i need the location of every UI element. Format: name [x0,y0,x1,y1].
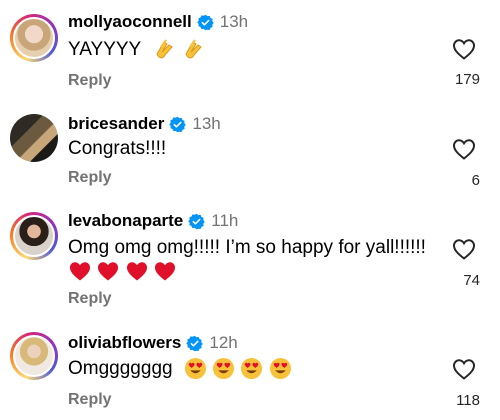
like-count: 179 [454,71,480,88]
username[interactable]: oliviabflowers [68,333,181,353]
red-heart-icon [70,262,90,281]
comment-header: bricesander 13h [68,114,221,134]
avatar[interactable] [10,332,58,380]
avatar-image [13,17,55,59]
heart-eyes-icon [184,358,206,380]
verified-badge-icon [186,335,204,351]
like-count: 6 [471,172,480,189]
username[interactable]: bricesander [68,114,164,134]
comment-header: oliviabflowers 12h [68,333,238,353]
heart-outline-icon[interactable] [452,238,476,260]
heart-outline-icon[interactable] [452,358,476,380]
heart-outline-icon[interactable] [452,138,476,160]
comment-text: Omg omg omg!!!!! I’m so happy for yall!!… [68,236,426,260]
emoji-group [184,358,292,380]
username[interactable]: mollyaoconnell [68,12,192,32]
heart-eyes-icon [241,358,263,380]
clapping-hands-icon [185,39,203,59]
heart-eyes-icon [213,358,235,380]
comment-text-content: Congrats!!!! [68,138,167,159]
emoji-group [68,259,177,283]
comment-text: Omggggggg [68,357,292,381]
reply-button[interactable]: Reply [68,169,112,187]
username[interactable]: levabonaparte [68,211,183,231]
avatar[interactable] [10,212,58,260]
avatar-image [13,335,55,377]
verified-badge-icon [188,213,205,229]
avatar-image [13,215,55,257]
avatar[interactable] [10,114,58,162]
comment-header: levabonaparte 11h [68,211,238,231]
comment-text: Congrats!!!! [68,137,166,161]
reply-button[interactable]: Reply [68,290,112,308]
timestamp: 13h [192,114,221,133]
comment-header: mollyaoconnell 13h [68,12,248,32]
timestamp: 13h [219,12,249,31]
red-heart-icon [98,262,119,281]
clapping-hands-icon [156,39,173,59]
red-heart-icon [126,262,147,281]
avatar[interactable] [10,14,58,62]
red-heart-icon [155,262,176,281]
comment-text-content: Omggggggg [68,358,173,379]
like-count: 118 [456,392,480,409]
like-count: 74 [463,272,480,289]
timestamp: 12h [209,333,238,352]
verified-badge-icon [169,116,187,132]
comment-text-content: Omg omg omg!!!!! I’m so happy for yall!!… [68,237,426,258]
emoji-group [152,39,205,60]
reply-button[interactable]: Reply [68,391,112,409]
verified-badge-icon [197,14,214,30]
avatar-image [10,114,58,162]
heart-outline-icon[interactable] [452,38,476,60]
comment-text: YAYYYY [68,38,205,62]
comment-text-content: YAYYYY [68,39,141,61]
heart-eyes-icon [269,358,291,380]
timestamp: 11h [211,211,239,230]
reply-button[interactable]: Reply [68,72,112,90]
